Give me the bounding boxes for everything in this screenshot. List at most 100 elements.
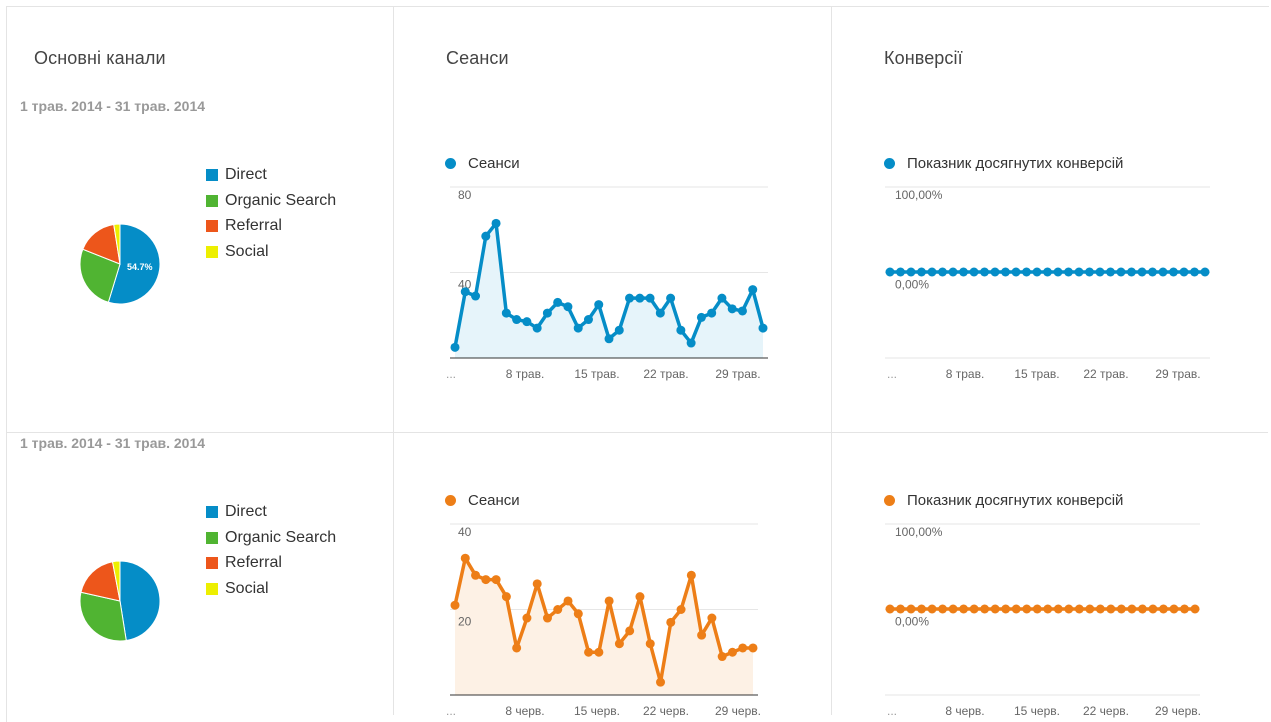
- column-divider: [393, 7, 394, 715]
- data-point: [1032, 267, 1042, 277]
- data-point: [1053, 604, 1063, 614]
- data-point: [512, 643, 522, 653]
- data-point: [501, 308, 511, 318]
- data-point: [450, 600, 460, 610]
- data-point: [583, 315, 593, 325]
- date-range[interactable]: 1 трав. 2014 - 31 трав. 2014: [20, 435, 205, 451]
- data-point: [532, 323, 542, 333]
- data-point: [927, 267, 937, 277]
- sessions-legend[interactable]: Сеанси: [445, 492, 520, 509]
- data-point: [645, 293, 655, 303]
- conversions-legend[interactable]: Показник досягнутих конверсій: [884, 492, 1123, 509]
- data-point: [666, 293, 676, 303]
- pie-legend: Direct Organic Search Referral Social: [206, 499, 336, 602]
- x-tick-label: 8 черв.: [505, 704, 544, 718]
- x-tick-label: 22 трав.: [1083, 367, 1128, 381]
- x-tick-label: ...: [446, 704, 456, 718]
- data-point: [491, 218, 501, 228]
- legend-item-direct[interactable]: Direct: [206, 499, 336, 525]
- conversions-chart[interactable]: 100,00% 0,00%... 8 черв. 15 черв. 22 черв. 29…: [880, 522, 1225, 718]
- legend-dot: [445, 495, 456, 506]
- x-tick-label: 22 черв.: [1083, 704, 1129, 718]
- data-point: [1022, 604, 1032, 614]
- data-point: [604, 334, 614, 344]
- x-tick-label: 8 трав.: [506, 367, 545, 381]
- conversions-legend[interactable]: Показник досягнутих конверсій: [884, 155, 1123, 172]
- legend-item-referral[interactable]: Referral: [206, 213, 336, 239]
- data-point: [522, 613, 532, 623]
- data-point: [655, 308, 665, 318]
- data-point: [1190, 267, 1199, 277]
- data-point: [906, 267, 916, 277]
- legend-label: Сеанси: [468, 155, 520, 172]
- x-tick-label: ...: [887, 367, 897, 381]
- data-point: [553, 297, 563, 307]
- legend-item-organic-search[interactable]: Organic Search: [206, 188, 336, 214]
- swatch-referral: [206, 557, 218, 570]
- data-point: [980, 604, 990, 614]
- legend-item-direct[interactable]: Direct: [206, 162, 336, 188]
- data-point: [656, 677, 666, 687]
- legend-item-social[interactable]: Social: [206, 576, 336, 602]
- legend-item-organic-search[interactable]: Organic Search: [206, 525, 336, 551]
- pie-data-label: 54.7%: [127, 262, 153, 272]
- data-point: [738, 643, 748, 653]
- data-point: [450, 342, 460, 352]
- sessions-chart[interactable]: 8040... 8 трав. 15 трав. 22 трав. 29 трав.: [440, 185, 780, 385]
- x-tick-label: 15 черв.: [1014, 704, 1060, 718]
- data-point: [896, 267, 905, 277]
- data-point: [614, 325, 624, 335]
- data-point: [1179, 604, 1189, 614]
- x-tick-label: 15 трав.: [574, 367, 619, 381]
- data-point: [604, 596, 614, 606]
- date-range[interactable]: 1 трав. 2014 - 31 трав. 2014: [20, 98, 205, 114]
- data-point: [696, 312, 706, 322]
- data-point: [542, 308, 552, 318]
- legend-item-social[interactable]: Social: [206, 239, 336, 265]
- x-tick-label: 8 черв.: [945, 704, 984, 718]
- legend-item-referral[interactable]: Referral: [206, 550, 336, 576]
- y-tick-label: 100,00%: [895, 525, 943, 539]
- data-point: [1190, 604, 1200, 614]
- data-point: [1074, 267, 1084, 277]
- data-point: [1064, 267, 1073, 277]
- data-point: [758, 323, 768, 333]
- y-tick-label: 0,00%: [895, 278, 929, 292]
- x-tick-label: 29 черв.: [715, 704, 761, 718]
- x-tick-label: 29 трав.: [1155, 367, 1200, 381]
- data-point: [917, 604, 927, 614]
- data-point: [594, 647, 604, 657]
- data-point: [969, 267, 979, 277]
- data-point: [625, 293, 635, 303]
- data-point: [1158, 604, 1168, 614]
- data-point: [460, 287, 470, 297]
- data-point: [635, 592, 645, 602]
- legend-label: Referral: [225, 217, 282, 235]
- data-point: [927, 604, 937, 614]
- pie-legend: Direct Organic Search Referral Social: [206, 162, 336, 265]
- swatch-organic-search: [206, 531, 218, 544]
- data-point: [1095, 604, 1105, 614]
- channels-pie-chart[interactable]: [78, 559, 162, 643]
- data-point: [1001, 267, 1010, 277]
- channels-pie-chart[interactable]: 54.7%: [78, 222, 162, 306]
- legend-label: Organic Search: [225, 528, 337, 546]
- legend-label: Social: [225, 242, 269, 260]
- data-point: [938, 267, 947, 277]
- y-tick-label: 100,00%: [895, 188, 943, 202]
- data-point: [737, 306, 747, 316]
- data-point: [969, 604, 979, 614]
- data-point: [501, 592, 511, 602]
- legend-label: Referral: [225, 554, 282, 572]
- swatch-direct: [206, 168, 218, 181]
- y-tick-label: 20: [458, 615, 472, 629]
- legend-dot: [884, 158, 895, 169]
- sessions-legend[interactable]: Сеанси: [445, 155, 520, 172]
- data-point: [573, 609, 583, 619]
- sessions-chart[interactable]: 40 20... 8 черв. 15 черв. 22 черв. 29 черв.: [440, 522, 780, 718]
- data-point: [594, 300, 604, 310]
- data-point: [625, 626, 635, 636]
- data-point: [1011, 604, 1021, 614]
- conversions-chart[interactable]: 100,00% 0,00%... 8 трав. 15 трав. 22 трав. 29…: [880, 185, 1225, 385]
- data-point: [563, 302, 573, 312]
